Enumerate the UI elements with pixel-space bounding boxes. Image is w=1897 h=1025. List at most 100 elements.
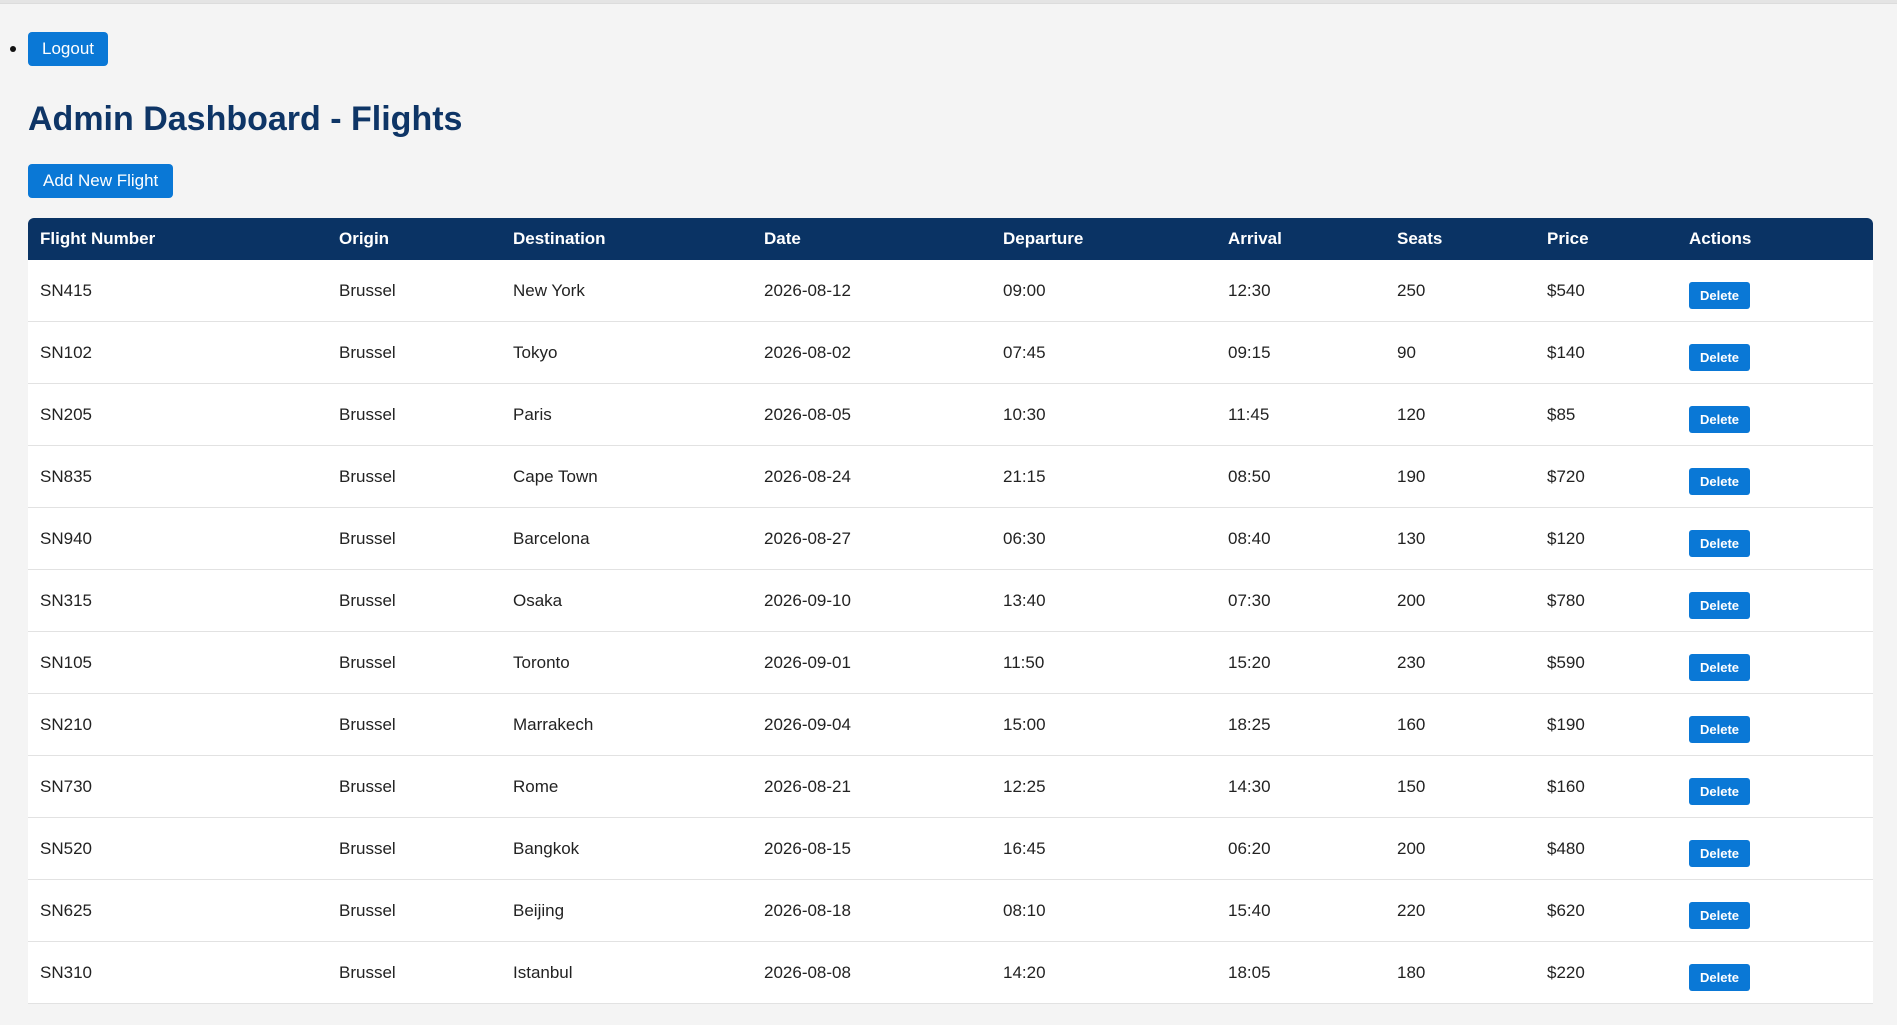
- flight-number-cell: SN310: [28, 941, 327, 1004]
- origin-cell: Brussel: [327, 755, 501, 818]
- arrival-cell: 12:30: [1216, 260, 1385, 322]
- table-row: SN625 Brussel Beijing 2026-08-18 08:10 15:40 2…: [28, 879, 1873, 942]
- delete-button[interactable]: Delete: [1689, 282, 1751, 309]
- departure-cell: 12:25: [991, 755, 1216, 818]
- price-cell: $220: [1535, 941, 1677, 1004]
- delete-button[interactable]: Delete: [1689, 344, 1751, 371]
- date-cell: 2026-08-08: [752, 941, 991, 1004]
- column-header-actions: Actions: [1689, 229, 1752, 248]
- delete-button[interactable]: Delete: [1689, 530, 1751, 557]
- table-row: SN210 Brussel Marrakech 2026-09-04 15:00 18:2…: [28, 693, 1873, 756]
- flight-number-cell: SN205: [28, 383, 327, 446]
- column-header-date: Date: [764, 229, 801, 248]
- flights-table: Flight Number Origin Destination Date De…: [28, 218, 1873, 1004]
- price-cell: $160: [1535, 755, 1677, 818]
- destination-cell: Rome: [501, 755, 752, 818]
- delete-button[interactable]: Delete: [1689, 964, 1751, 991]
- nav-list: Logout: [0, 32, 108, 66]
- column-header-price: Price: [1547, 229, 1589, 248]
- arrival-cell: 15:20: [1216, 631, 1385, 694]
- table-header: Flight Number Origin Destination Date De…: [28, 218, 1873, 260]
- destination-cell: New York: [501, 260, 752, 322]
- table-row: SN415 Brussel New York 2026-08-12 09:00 12:30…: [28, 260, 1873, 322]
- departure-cell: 15:00: [991, 693, 1216, 756]
- seats-cell: 220: [1385, 879, 1535, 942]
- date-cell: 2026-08-27: [752, 507, 991, 570]
- actions-cell: Delete: [1677, 879, 1873, 942]
- flight-number-cell: SN520: [28, 817, 327, 880]
- seats-cell: 150: [1385, 755, 1535, 818]
- arrival-cell: 15:40: [1216, 879, 1385, 942]
- price-cell: $140: [1535, 321, 1677, 384]
- destination-cell: Istanbul: [501, 941, 752, 1004]
- origin-cell: Brussel: [327, 569, 501, 632]
- seats-cell: 230: [1385, 631, 1535, 694]
- seats-cell: 90: [1385, 321, 1535, 384]
- price-cell: $720: [1535, 445, 1677, 508]
- arrival-cell: 08:50: [1216, 445, 1385, 508]
- table-row: SN310 Brussel Istanbul 2026-08-08 14:20 18:05…: [28, 941, 1873, 1004]
- origin-cell: Brussel: [327, 445, 501, 508]
- seats-cell: 130: [1385, 507, 1535, 570]
- logout-button[interactable]: Logout: [28, 32, 108, 66]
- delete-button[interactable]: Delete: [1689, 840, 1751, 867]
- add-new-flight-button[interactable]: Add New Flight: [28, 164, 174, 198]
- departure-cell: 10:30: [991, 383, 1216, 446]
- origin-cell: Brussel: [327, 817, 501, 880]
- origin-cell: Brussel: [327, 693, 501, 756]
- arrival-cell: 09:15: [1216, 321, 1385, 384]
- arrival-cell: 14:30: [1216, 755, 1385, 818]
- actions-cell: Delete: [1677, 693, 1873, 756]
- seats-cell: 180: [1385, 941, 1535, 1004]
- seats-cell: 120: [1385, 383, 1535, 446]
- departure-cell: 13:40: [991, 569, 1216, 632]
- actions-cell: Delete: [1677, 569, 1873, 632]
- table-row: SN205 Brussel Paris 2026-08-05 10:30 11:45 120…: [28, 383, 1873, 446]
- column-header-seats: Seats: [1397, 229, 1443, 248]
- flight-number-cell: SN102: [28, 321, 327, 384]
- departure-cell: 21:15: [991, 445, 1216, 508]
- delete-button[interactable]: Delete: [1689, 716, 1751, 743]
- flight-number-cell: SN730: [28, 755, 327, 818]
- delete-button[interactable]: Delete: [1689, 592, 1751, 619]
- date-cell: 2026-08-02: [752, 321, 991, 384]
- departure-cell: 08:10: [991, 879, 1216, 942]
- destination-cell: Cape Town: [501, 445, 752, 508]
- actions-cell: Delete: [1677, 260, 1873, 322]
- date-cell: 2026-08-18: [752, 879, 991, 942]
- arrival-cell: 18:25: [1216, 693, 1385, 756]
- departure-cell: 11:50: [991, 631, 1216, 694]
- date-cell: 2026-09-10: [752, 569, 991, 632]
- delete-button[interactable]: Delete: [1689, 654, 1751, 681]
- actions-cell: Delete: [1677, 507, 1873, 570]
- column-header-origin: Origin: [339, 229, 390, 248]
- table-row: SN105 Brussel Toronto 2026-09-01 11:50 15:20 2…: [28, 631, 1873, 694]
- top-divider: [0, 0, 1897, 4]
- arrival-cell: 07:30: [1216, 569, 1385, 632]
- flight-number-cell: SN105: [28, 631, 327, 694]
- price-cell: $590: [1535, 631, 1677, 694]
- destination-cell: Bangkok: [501, 817, 752, 880]
- delete-button[interactable]: Delete: [1689, 468, 1751, 495]
- destination-cell: Toronto: [501, 631, 752, 694]
- arrival-cell: 08:40: [1216, 507, 1385, 570]
- origin-cell: Brussel: [327, 941, 501, 1004]
- table-header-row: Flight Number Origin Destination Date De…: [28, 218, 1873, 260]
- seats-cell: 200: [1385, 817, 1535, 880]
- departure-cell: 07:45: [991, 321, 1216, 384]
- departure-cell: 16:45: [991, 817, 1216, 880]
- flight-number-cell: SN415: [28, 260, 327, 322]
- destination-cell: Tokyo: [501, 321, 752, 384]
- delete-button[interactable]: Delete: [1689, 902, 1751, 929]
- arrival-cell: 11:45: [1216, 383, 1385, 446]
- delete-button[interactable]: Delete: [1689, 406, 1751, 433]
- destination-cell: Beijing: [501, 879, 752, 942]
- delete-button[interactable]: Delete: [1689, 778, 1751, 805]
- seats-cell: 160: [1385, 693, 1535, 756]
- departure-cell: 14:20: [991, 941, 1216, 1004]
- actions-cell: Delete: [1677, 445, 1873, 508]
- date-cell: 2026-08-12: [752, 260, 991, 322]
- price-cell: $540: [1535, 260, 1677, 322]
- seats-cell: 200: [1385, 569, 1535, 632]
- flight-number-cell: SN210: [28, 693, 327, 756]
